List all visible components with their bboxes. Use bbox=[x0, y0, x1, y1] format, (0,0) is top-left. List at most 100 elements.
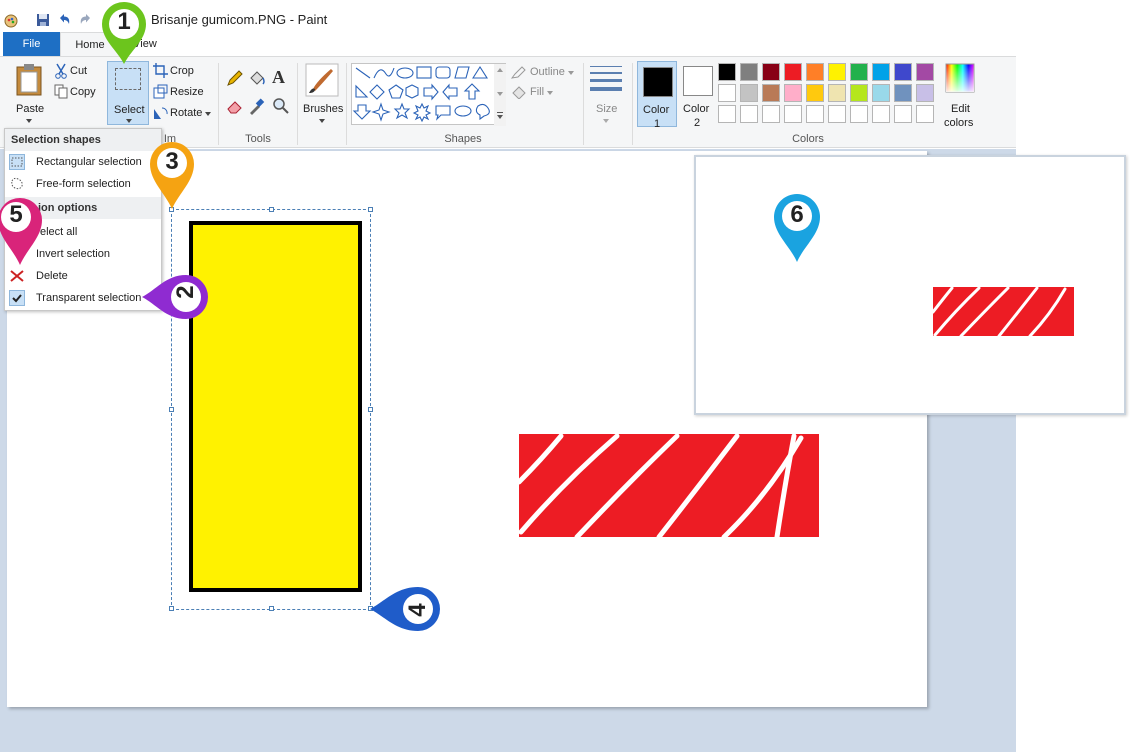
palette-swatch[interactable] bbox=[916, 63, 934, 81]
palette-swatch[interactable] bbox=[828, 63, 846, 81]
red-striped-rectangle-result bbox=[933, 287, 1074, 336]
cut-button[interactable]: Cut bbox=[54, 63, 104, 81]
crop-button[interactable]: Crop bbox=[153, 63, 213, 81]
palette-swatch[interactable] bbox=[718, 63, 736, 81]
crop-icon bbox=[153, 63, 168, 78]
palette-swatch[interactable] bbox=[740, 105, 758, 123]
color2-button[interactable]: Color 2 bbox=[678, 61, 716, 129]
palette-swatch[interactable] bbox=[784, 63, 802, 81]
chevron-down-icon bbox=[319, 119, 325, 123]
tab-file[interactable]: File bbox=[3, 32, 60, 56]
selection-rectangle[interactable] bbox=[169, 207, 373, 611]
rotate-label: Rotate bbox=[170, 107, 203, 119]
chevron-down-icon bbox=[26, 119, 32, 123]
resize-icon bbox=[153, 84, 168, 99]
palette-swatch[interactable] bbox=[894, 63, 912, 81]
select-button[interactable]: Select bbox=[107, 61, 149, 125]
rotate-button[interactable]: Rotate bbox=[153, 105, 213, 123]
palette-swatch[interactable] bbox=[894, 105, 912, 123]
colors-group-label: Colors bbox=[792, 133, 824, 145]
brushes-button[interactable]: Brushes bbox=[302, 61, 344, 127]
palette-swatch[interactable] bbox=[762, 63, 780, 81]
palette-swatch[interactable] bbox=[806, 63, 824, 81]
outline-button[interactable]: Outline bbox=[511, 65, 581, 81]
edit-colors-label-line2: colors bbox=[944, 117, 974, 129]
palette-swatch[interactable] bbox=[806, 105, 824, 123]
tools-group-label: Tools bbox=[245, 133, 271, 145]
edit-colors-label-line1: Edit bbox=[951, 103, 970, 115]
marker-1-label: 1 bbox=[117, 8, 131, 35]
pencil-icon[interactable] bbox=[226, 69, 244, 87]
resize-handle[interactable] bbox=[368, 407, 373, 412]
palette-swatch[interactable] bbox=[806, 84, 824, 102]
title-bar: Brisanje gumicom.PNG - Paint bbox=[0, 0, 1131, 32]
palette-swatch[interactable] bbox=[872, 105, 890, 123]
undo-icon[interactable] bbox=[56, 12, 72, 28]
checkmark-icon bbox=[9, 290, 25, 306]
text-tool-icon[interactable]: A bbox=[272, 67, 285, 88]
paste-icon bbox=[16, 64, 42, 96]
resize-handle[interactable] bbox=[269, 207, 274, 212]
resize-handle[interactable] bbox=[269, 606, 274, 611]
line-size-icon bbox=[590, 66, 622, 91]
color-picker-icon[interactable] bbox=[248, 97, 266, 115]
fill-label: Fill bbox=[530, 86, 545, 98]
rectangular-select-icon bbox=[115, 68, 141, 90]
palette-swatch[interactable] bbox=[850, 105, 868, 123]
delete-item[interactable]: Delete bbox=[5, 265, 161, 287]
resize-handle[interactable] bbox=[169, 407, 174, 412]
palette-swatch[interactable] bbox=[762, 105, 780, 123]
palette-swatch[interactable] bbox=[872, 63, 890, 81]
edit-colors-button[interactable]: Edit colors bbox=[940, 61, 980, 129]
copy-button[interactable]: Copy bbox=[54, 84, 104, 102]
palette-swatch[interactable] bbox=[850, 63, 868, 81]
separator bbox=[583, 63, 584, 145]
resize-handle[interactable] bbox=[368, 207, 373, 212]
brushes-label: Brushes bbox=[303, 103, 344, 115]
scissors-icon bbox=[55, 63, 67, 79]
palette-swatch[interactable] bbox=[718, 84, 736, 102]
color1-button[interactable]: Color 1 bbox=[637, 61, 677, 130]
save-icon[interactable] bbox=[35, 12, 51, 28]
palette-swatch[interactable] bbox=[850, 84, 868, 102]
rectangular-selection-item[interactable]: Rectangular selection bbox=[5, 151, 161, 173]
select-label: Select bbox=[114, 104, 145, 116]
palette-swatch[interactable] bbox=[916, 84, 934, 102]
transparent-selection-item[interactable]: Transparent selection bbox=[5, 287, 161, 309]
chevron-down-icon bbox=[568, 71, 574, 75]
palette-swatch[interactable] bbox=[828, 105, 846, 123]
free-form-selection-item[interactable]: Free-form selection bbox=[5, 173, 161, 195]
paste-button[interactable]: Paste bbox=[10, 61, 48, 127]
fill-bucket-icon[interactable] bbox=[248, 69, 266, 87]
redo-icon[interactable] bbox=[78, 12, 94, 28]
palette-swatch[interactable] bbox=[916, 105, 934, 123]
color1-swatch bbox=[643, 67, 673, 97]
palette-swatch[interactable] bbox=[784, 84, 802, 102]
shapes-gallery[interactable] bbox=[351, 63, 506, 126]
eraser-icon[interactable] bbox=[226, 97, 244, 115]
chevron-down-icon bbox=[547, 91, 553, 95]
shapes-icons bbox=[352, 64, 506, 126]
palette-swatch[interactable] bbox=[740, 63, 758, 81]
window-title: Brisanje gumicom.PNG - Paint bbox=[151, 12, 328, 27]
resize-handle[interactable] bbox=[169, 606, 174, 611]
palette-swatch[interactable] bbox=[718, 105, 736, 123]
palette-swatch[interactable] bbox=[894, 84, 912, 102]
rotate-icon bbox=[154, 107, 168, 119]
shapes-group-label: Shapes bbox=[444, 133, 482, 145]
palette-swatch[interactable] bbox=[872, 84, 890, 102]
palette-swatch[interactable] bbox=[740, 84, 758, 102]
palette-swatch[interactable] bbox=[784, 105, 802, 123]
fill-icon bbox=[512, 86, 526, 99]
size-button[interactable]: Size bbox=[586, 61, 626, 127]
palette-swatch[interactable] bbox=[828, 84, 846, 102]
resize-label: Resize bbox=[170, 86, 204, 98]
crop-label: Crop bbox=[170, 65, 194, 77]
palette-swatch[interactable] bbox=[762, 84, 780, 102]
resize-button[interactable]: Resize bbox=[153, 84, 213, 102]
magnifier-icon[interactable] bbox=[272, 97, 290, 115]
chevron-down-icon bbox=[126, 119, 132, 123]
fill-button[interactable]: Fill bbox=[511, 85, 571, 101]
marker-5-label: 5 bbox=[9, 201, 23, 228]
size-label: Size bbox=[596, 103, 618, 115]
